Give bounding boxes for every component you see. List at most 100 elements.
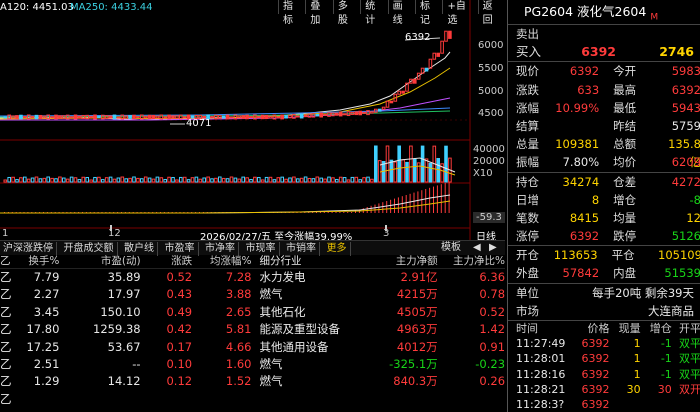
tab-template[interactable]: 模板 — [438, 241, 464, 255]
tick-cell: 1 — [633, 367, 641, 381]
volume-bar — [42, 177, 47, 183]
col-header[interactable]: 市盈(动) — [59, 254, 141, 268]
volume-bar — [73, 177, 78, 183]
peak-price-label: 6392 — [405, 32, 431, 43]
table-row[interactable]: 乙 17.25 53.67 0.17 4.66 其他通用设备 4012万 0.91 — [0, 339, 505, 356]
volume-bar — [210, 178, 214, 183]
vol-label: 平仓 — [611, 248, 635, 263]
kline-chart[interactable]: A120: 4451.03 MA250: 4433.44 指标 叠加 多股 统计… — [0, 0, 505, 243]
toolbar-back[interactable]: 返回 — [477, 0, 505, 26]
pos-label: 仓差 — [613, 174, 637, 189]
tick-cell: 双平 — [678, 337, 700, 351]
tick-cell: 双平 — [678, 352, 700, 366]
y-label-5000: 5000 — [478, 86, 504, 97]
volume-bar — [233, 177, 238, 183]
volume-bar — [3, 179, 8, 183]
tick-row: 11:28:21 6392 30 30 双开 — [508, 382, 700, 397]
tick-cell: 6392 — [581, 382, 610, 396]
table-row[interactable]: 乙 1.29 14.12 0.12 1.52 燃气 840.3万 0.26 — [0, 373, 505, 390]
table-row[interactable]: 乙 7.79 35.89 0.52 7.28 水力发电 2.91亿 6.36 — [0, 269, 505, 286]
vol-label-40000: 40000 — [473, 144, 505, 155]
volume-bar — [280, 176, 284, 183]
pos-row: 笔数 8415 均量 12 — [508, 209, 700, 227]
tick-col-header: 时间 — [516, 322, 538, 335]
unit-row: 单位 每手20吨 剩余39天 — [508, 284, 700, 302]
cell-avg: 1.52 — [225, 374, 252, 389]
bid-label: 买入 — [516, 44, 542, 60]
quote-value: 6209 — [671, 155, 700, 170]
pos-label: 跌停 — [613, 229, 637, 244]
table-row[interactable]: 乙 17.80 1259.38 0.42 5.81 能源及重型设备 4963万 1.42 — [0, 321, 505, 338]
col-header[interactable]: 均涨幅% — [192, 254, 251, 268]
toolbar-indicator[interactable]: 指标 — [278, 0, 305, 26]
position-block: 持仓 34274 仓差 4272 日增 8 增仓 -8 笔数 8415 均量 12 涨停 6392 跌停 51… — [508, 173, 700, 246]
toolbar-add-watch[interactable]: +自选 — [442, 0, 477, 26]
col-header[interactable]: 主力净额 — [368, 254, 438, 268]
tick-cell: 6392 — [581, 352, 610, 366]
quote-value: 5943 — [671, 100, 700, 115]
volume-bar — [377, 160, 382, 183]
volume-bar — [186, 179, 191, 183]
candle — [276, 116, 281, 119]
ask-row[interactable]: 卖出 — [508, 25, 700, 43]
quote-row: 总量 109381 总额 135.8亿 — [508, 135, 700, 169]
volume-bar — [385, 145, 390, 183]
volume-bar — [198, 178, 203, 183]
volume-bar — [77, 179, 82, 183]
macd-bar — [323, 212, 325, 213]
cell-ratio: 0.78 — [479, 287, 506, 302]
candle — [413, 78, 417, 84]
quote-row: 结算 昨结 5759 — [508, 117, 700, 135]
cell-ratio: 6.36 — [479, 270, 506, 284]
table-row[interactable]: 乙 2.51 -- 0.10 1.60 燃气 -325.1万 -0.23 — [0, 356, 505, 373]
toolbar-overlay[interactable]: 叠加 — [305, 0, 332, 26]
col-header[interactable]: 乙 — [0, 254, 14, 268]
table-row[interactable]: 乙 3.45 150.10 0.49 2.65 其他石化 4505万 0.52 — [0, 304, 505, 321]
quote-label: 昨结 — [613, 118, 637, 133]
candle — [69, 116, 74, 119]
quote-label: 均价 — [613, 155, 637, 170]
tick-cell: 30 — [626, 382, 641, 396]
col-header[interactable]: 涨跌 — [141, 254, 192, 268]
bid-row[interactable]: 买入 6392 2746 — [508, 43, 700, 61]
volume-bar — [221, 177, 226, 183]
quote-label: 振幅 — [516, 155, 539, 170]
candle — [221, 115, 226, 119]
volume-bar — [225, 178, 230, 183]
tick-cell — [672, 397, 700, 412]
toolbar-stats[interactable]: 统计 — [360, 0, 387, 26]
volume-bar — [202, 177, 206, 183]
toolbar-mark[interactable]: 标记 — [415, 0, 442, 26]
col-header[interactable]: 换手% — [14, 254, 59, 268]
cell-pre: 乙 — [0, 391, 12, 406]
cell-ratio — [438, 391, 505, 408]
volume-bar — [323, 178, 327, 183]
volume-bar — [101, 179, 105, 183]
chevron-left-icon[interactable]: ◀ — [470, 241, 484, 255]
toolbar-multi[interactable]: 多股 — [332, 0, 360, 26]
unit-value: 每手20吨 剩余39天 — [592, 285, 694, 300]
candle — [389, 100, 394, 104]
candle — [401, 90, 405, 94]
volume-bar — [257, 177, 261, 183]
candle — [151, 114, 156, 120]
volume-bar — [327, 176, 331, 183]
volume-bar — [319, 177, 323, 183]
table-row[interactable]: 乙 — [0, 391, 505, 408]
volume-bar — [93, 176, 97, 183]
candle — [296, 115, 300, 118]
table-row[interactable]: 乙 2.27 17.97 0.43 3.88 燃气 4215万 0.78 — [0, 286, 505, 303]
col-header[interactable]: 细分行业 — [251, 254, 368, 268]
tick-row: 11:28:16 6392 1 -1 双平 — [508, 367, 700, 382]
chevron-right-icon[interactable]: ▶ — [486, 241, 500, 255]
toolbar-draw[interactable]: 画线 — [387, 0, 415, 26]
cell-pre: 乙 — [0, 287, 12, 302]
tick-cell: 1 — [633, 337, 641, 351]
macd-bar — [448, 181, 450, 213]
col-header[interactable]: 主力净比% — [438, 254, 505, 268]
candle — [163, 116, 167, 119]
tick-header: 时间 价格 现量 增仓 开平 — [508, 321, 700, 336]
candle — [34, 114, 39, 120]
volume-bar — [331, 177, 335, 183]
cell-turnover: 2.27 — [33, 287, 60, 302]
